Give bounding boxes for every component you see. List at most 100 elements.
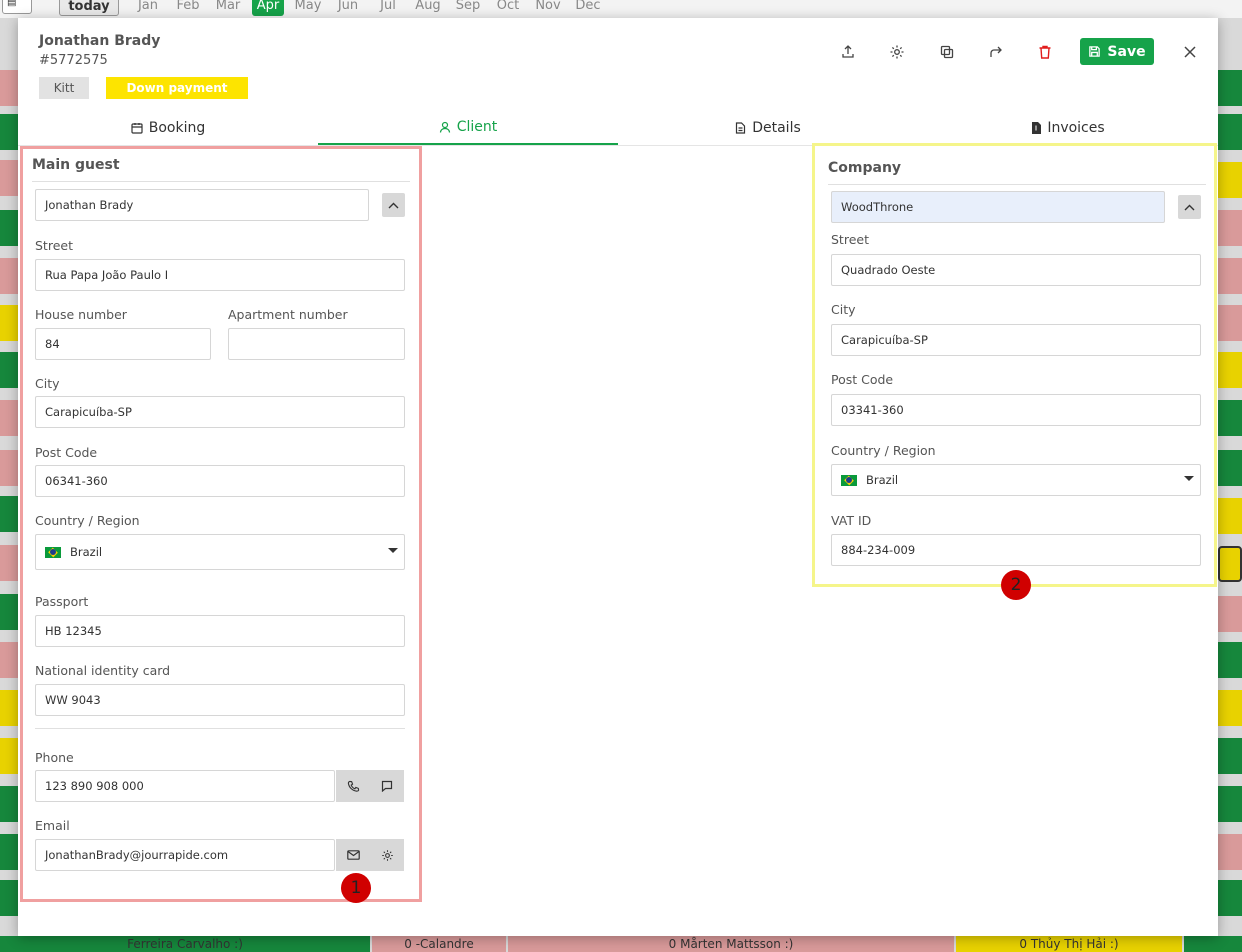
month-aug[interactable]: Aug [408,0,448,16]
post-code-label: Post Code [35,445,98,460]
booking-cell[interactable] [1218,400,1242,436]
booking-cell[interactable] [0,450,18,486]
copy-icon[interactable] [935,40,959,64]
booking-cell[interactable] [0,880,18,916]
annotation-badge-2: 2 [1001,570,1031,600]
booking-cell[interactable] [0,352,18,388]
booking-cell[interactable] [0,160,18,196]
vat-id-label: VAT ID [831,513,872,528]
gear-icon [381,849,393,861]
booking-cell[interactable] [0,400,18,436]
main-guest-panel: Main guest Jonathan Brady Street Rua Pap… [20,146,422,903]
booking-cell[interactable] [1218,258,1242,294]
calendar-icon [131,122,143,134]
booking-cell[interactable] [1218,880,1242,916]
post-code-field[interactable]: 06341-360 [35,465,405,497]
month-apr[interactable]: Apr [252,0,284,16]
company-name-field[interactable]: WoodThrone [831,191,1165,223]
save-button[interactable]: Save [1080,38,1154,65]
month-jun[interactable]: Jun [328,0,368,16]
tab-booking[interactable]: Booking [18,110,318,145]
booking-cell[interactable] [1218,70,1242,106]
month-mar[interactable]: Mar [208,0,248,16]
month-strip: Jan Feb Mar Apr May Jun Jul Aug Sep Oct … [128,0,608,16]
close-icon[interactable] [1178,40,1202,64]
booking-cell[interactable] [0,258,18,294]
tab-invoices[interactable]: Invoices [918,110,1218,145]
booking-cell[interactable] [0,545,18,581]
booking-cell[interactable] [0,642,18,678]
export-icon[interactable] [836,40,860,64]
booking-cell[interactable]: 0 -Calandre [372,936,506,952]
country-select[interactable]: Brazil [35,534,405,570]
street-field[interactable]: Rua Papa João Paulo I [35,259,405,291]
booking-cell[interactable] [1184,936,1242,952]
view-selector[interactable]: ▤ ˅ [2,0,32,14]
booking-cell[interactable]: Ferreira Carvalho :) [0,936,370,952]
company-post-code-field[interactable]: 03341-360 [831,394,1201,426]
booking-cell[interactable] [0,738,18,774]
gear-icon[interactable] [885,40,909,64]
month-jan[interactable]: Jan [128,0,168,16]
month-nov[interactable]: Nov [528,0,568,16]
booking-cell[interactable] [0,210,18,246]
booking-cell[interactable] [1218,596,1242,632]
tab-client[interactable]: Client [318,110,618,145]
month-dec[interactable]: Dec [568,0,608,16]
invoice-icon [1032,121,1042,134]
booking-cell[interactable] [0,594,18,630]
booking-cell[interactable] [1218,786,1242,822]
national-id-field[interactable]: WW 9043 [35,684,405,716]
phone-field[interactable]: 123 890 908 000 [35,770,335,802]
tab-details[interactable]: Details [618,110,918,145]
booking-cell[interactable] [0,70,18,106]
month-jul[interactable]: Jul [368,0,408,16]
company-panel: Company WoodThrone Street Quadrado Oeste… [812,143,1217,600]
booking-cell[interactable] [1218,498,1242,534]
collapse-company-button[interactable] [1178,195,1201,219]
vat-id-field[interactable]: 884-234-009 [831,534,1201,566]
trash-icon[interactable] [1033,40,1057,64]
email-field[interactable]: JonathanBrady@jourrapide.com [35,839,335,871]
booking-cell[interactable] [0,690,18,726]
booking-cell[interactable] [1218,690,1242,726]
forward-icon[interactable] [984,40,1008,64]
house-number-field[interactable]: 84 [35,328,211,360]
booking-cell[interactable] [1218,546,1242,582]
email-settings-button[interactable] [370,839,404,871]
booking-cell[interactable] [1218,738,1242,774]
call-button[interactable] [336,770,370,802]
booking-cell[interactable] [0,496,18,532]
collapse-guest-button[interactable] [382,193,405,217]
booking-cell[interactable] [0,834,18,870]
booking-cell[interactable] [1218,450,1242,486]
booking-cell[interactable] [1218,210,1242,246]
booking-cell[interactable] [1218,162,1242,198]
company-country-label: Country / Region [831,443,936,458]
apartment-number-field[interactable] [228,328,405,360]
apartment-number-label: Apartment number [228,307,348,322]
booking-cell[interactable] [1218,114,1242,150]
booking-cell[interactable]: 0 Mårten Mattsson :) [508,936,954,952]
month-feb[interactable]: Feb [168,0,208,16]
message-button[interactable] [370,770,404,802]
today-button[interactable]: today [59,0,119,16]
month-may[interactable]: May [288,0,328,16]
month-sep[interactable]: Sep [448,0,488,16]
booking-cell[interactable] [0,305,18,341]
booking-cell[interactable] [1218,642,1242,678]
company-street-field[interactable]: Quadrado Oeste [831,254,1201,286]
guest-name-field[interactable]: Jonathan Brady [35,189,369,221]
company-country-select[interactable]: Brazil [831,464,1201,496]
booking-cell[interactable] [1218,352,1242,388]
booking-cell[interactable] [1218,834,1242,870]
company-city-field[interactable]: Carapicuíba-SP [831,324,1201,356]
send-email-button[interactable] [336,839,370,871]
passport-field[interactable]: HB 12345 [35,615,405,647]
booking-cell[interactable] [0,786,18,822]
city-field[interactable]: Carapicuíba-SP [35,396,405,428]
booking-cell[interactable]: 0 Thủy Thị Hải :) [956,936,1182,952]
booking-cell[interactable] [0,114,18,150]
month-oct[interactable]: Oct [488,0,528,16]
booking-cell[interactable] [1218,305,1242,341]
